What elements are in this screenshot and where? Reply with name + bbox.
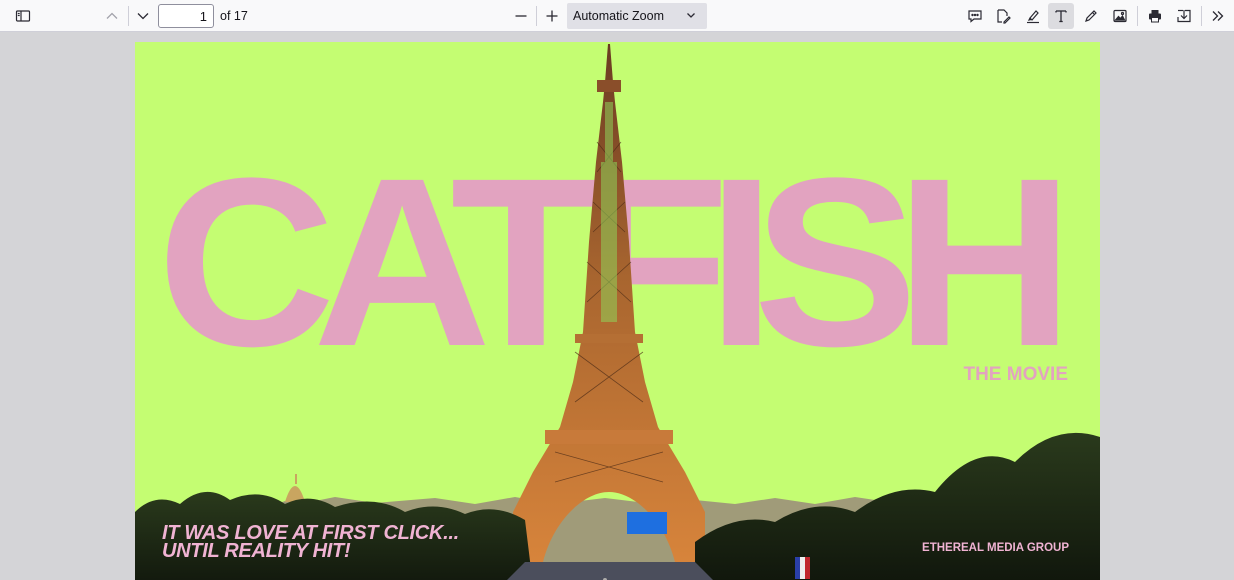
poster-tagline: IT WAS LOVE AT FIRST CLICK... UNTIL REAL… bbox=[162, 523, 459, 562]
tagline-line-2: UNTIL REALITY HIT! bbox=[162, 540, 351, 562]
toolbar-separator bbox=[1137, 6, 1138, 26]
comment-icon[interactable] bbox=[962, 3, 988, 29]
poster-company: ETHEREAL MEDIA GROUP bbox=[922, 542, 1069, 554]
print-icon[interactable] bbox=[1142, 3, 1168, 29]
zoom-out-icon[interactable] bbox=[508, 3, 534, 29]
page-number-input[interactable] bbox=[158, 4, 214, 28]
toolbar-separator bbox=[536, 6, 537, 26]
zoom-select[interactable]: Automatic Zoom bbox=[567, 3, 707, 29]
pdf-page: CATFISH bbox=[135, 42, 1100, 580]
page-up-icon[interactable] bbox=[99, 3, 125, 29]
toolbar-separator bbox=[1201, 6, 1202, 26]
zoom-in-icon[interactable] bbox=[539, 3, 565, 29]
eiffel-tower-photo bbox=[135, 44, 1100, 580]
draw-icon[interactable] bbox=[1078, 3, 1104, 29]
page-count-label: of 17 bbox=[220, 9, 248, 23]
text-icon[interactable] bbox=[1048, 3, 1074, 29]
image-icon[interactable] bbox=[1107, 3, 1133, 29]
signature-icon[interactable] bbox=[990, 3, 1016, 29]
page-down-icon[interactable] bbox=[130, 3, 156, 29]
highlight-icon[interactable] bbox=[1020, 3, 1046, 29]
chevron-down-icon bbox=[687, 13, 695, 18]
pdf-toolbar: of 17 Automatic Zoom bbox=[0, 0, 1234, 32]
toolbar-separator bbox=[128, 6, 129, 26]
save-icon[interactable] bbox=[1171, 3, 1197, 29]
poster-subtitle: THE MOVIE bbox=[963, 364, 1068, 385]
more-tools-icon[interactable] bbox=[1205, 3, 1231, 29]
sidebar-toggle-icon[interactable] bbox=[10, 3, 36, 29]
document-viewer[interactable]: CATFISH bbox=[0, 33, 1234, 580]
zoom-value: Automatic Zoom bbox=[573, 9, 665, 23]
